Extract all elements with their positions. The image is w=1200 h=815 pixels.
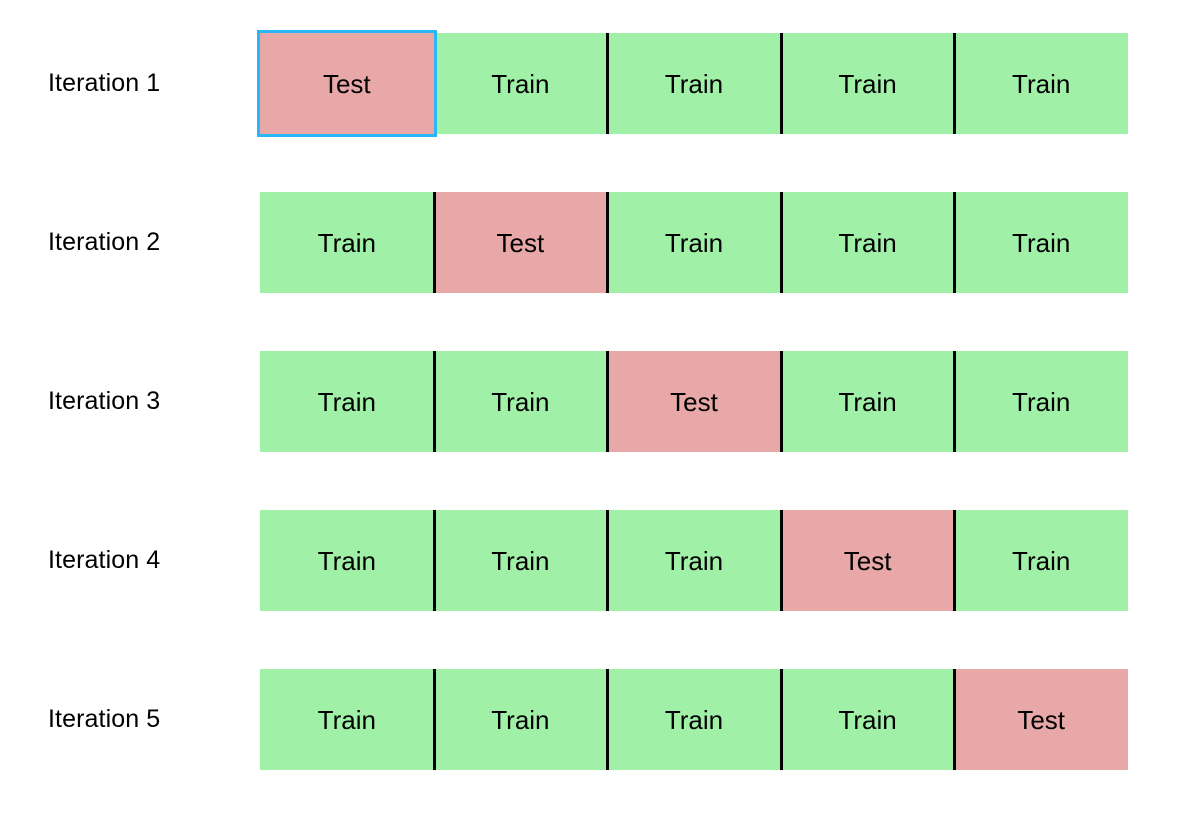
fold-cell-label: Train xyxy=(1012,68,1071,99)
fold-cell-test[interactable]: Test xyxy=(606,351,781,452)
fold-cell-label: Train xyxy=(664,227,724,258)
fold-cell-label: Train xyxy=(838,386,897,417)
fold-cell-label: Train xyxy=(664,545,724,576)
fold-cell-train[interactable]: Train xyxy=(779,669,955,770)
fold-cell-label: Train xyxy=(491,704,550,735)
fold-cell-train[interactable]: Train xyxy=(779,351,955,452)
iteration-label: Iteration 1 xyxy=(48,69,161,97)
iteration-label: Iteration 3 xyxy=(48,387,161,415)
fold-cell-label: Train xyxy=(1012,227,1071,258)
fold-cell-train[interactable]: Train xyxy=(606,192,781,293)
fold-cell-train[interactable]: Train xyxy=(953,510,1128,611)
fold-cell-label: Train xyxy=(491,68,550,99)
fold-bar: Train Test Train Train Train xyxy=(260,192,1128,293)
fold-cell-label: Train xyxy=(664,68,724,99)
fold-cell-label: Test xyxy=(1017,704,1066,735)
fold-cell-train[interactable]: Train xyxy=(260,351,434,452)
fold-cell-train[interactable]: Train xyxy=(606,669,781,770)
fold-cell-label: Train xyxy=(491,386,550,417)
fold-cell-label: Train xyxy=(838,704,897,735)
fold-cell-train[interactable]: Train xyxy=(953,192,1128,293)
fold-bar: Train Train Train Test Train xyxy=(260,510,1128,611)
fold-cell-train[interactable]: Train xyxy=(432,669,608,770)
fold-cell-test[interactable]: Test xyxy=(432,192,608,293)
fold-cell-label: Test xyxy=(670,386,718,417)
fold-cell-label: Train xyxy=(491,545,550,576)
iteration-row: Iteration 3 Train Train Test Train Train xyxy=(0,351,1200,452)
fold-cell-train[interactable]: Train xyxy=(433,33,608,134)
iteration-row: Iteration 5 Train Train Train Train Test xyxy=(0,669,1200,770)
fold-cell-train[interactable]: Train xyxy=(260,510,434,611)
fold-cell-label: Test xyxy=(322,68,371,99)
fold-cell-label: Train xyxy=(1012,545,1071,576)
fold-cell-test[interactable]: Test xyxy=(779,510,955,611)
fold-cell-label: Train xyxy=(838,227,897,258)
fold-cell-label: Train xyxy=(317,704,376,735)
iteration-label: Iteration 5 xyxy=(48,705,161,733)
fold-bar: Test Train Train Train Train xyxy=(257,30,1128,137)
fold-cell-label: Train xyxy=(1012,386,1071,417)
fold-cell-train[interactable]: Train xyxy=(779,192,955,293)
fold-cell-label: Train xyxy=(838,68,897,99)
fold-bar: Train Train Train Train Test xyxy=(260,669,1128,770)
fold-cell-train[interactable]: Train xyxy=(606,510,781,611)
fold-cell-train[interactable]: Train xyxy=(260,192,434,293)
fold-cell-label: Train xyxy=(317,386,376,417)
fold-bar: Train Train Test Train Train xyxy=(260,351,1128,452)
fold-cell-train[interactable]: Train xyxy=(432,351,608,452)
iteration-row: Iteration 1 Test Train Train Train Train xyxy=(0,30,1200,137)
cross-validation-diagram: Iteration 1 Test Train Train Train Train Itera… xyxy=(0,0,1200,815)
iteration-row: Iteration 2 Train Test Train Train Train xyxy=(0,192,1200,293)
iteration-row: Iteration 4 Train Train Train Test Train xyxy=(0,510,1200,611)
fold-cell-train[interactable]: Train xyxy=(260,669,434,770)
fold-cell-train[interactable]: Train xyxy=(953,351,1128,452)
fold-cell-test[interactable]: Test xyxy=(953,669,1128,770)
fold-cell-label: Train xyxy=(317,227,376,258)
fold-cell-label: Test xyxy=(496,227,545,258)
fold-cell-label: Train xyxy=(317,545,376,576)
fold-cell-label: Test xyxy=(843,545,892,576)
fold-cell-train[interactable]: Train xyxy=(953,33,1128,134)
fold-cell-train[interactable]: Train xyxy=(606,33,781,134)
fold-cell-test[interactable]: Test xyxy=(257,30,437,137)
fold-cell-train[interactable]: Train xyxy=(779,33,955,134)
fold-cell-label: Train xyxy=(664,704,724,735)
iteration-label: Iteration 2 xyxy=(48,228,161,256)
fold-cell-train[interactable]: Train xyxy=(432,510,608,611)
iteration-label: Iteration 4 xyxy=(48,546,161,574)
